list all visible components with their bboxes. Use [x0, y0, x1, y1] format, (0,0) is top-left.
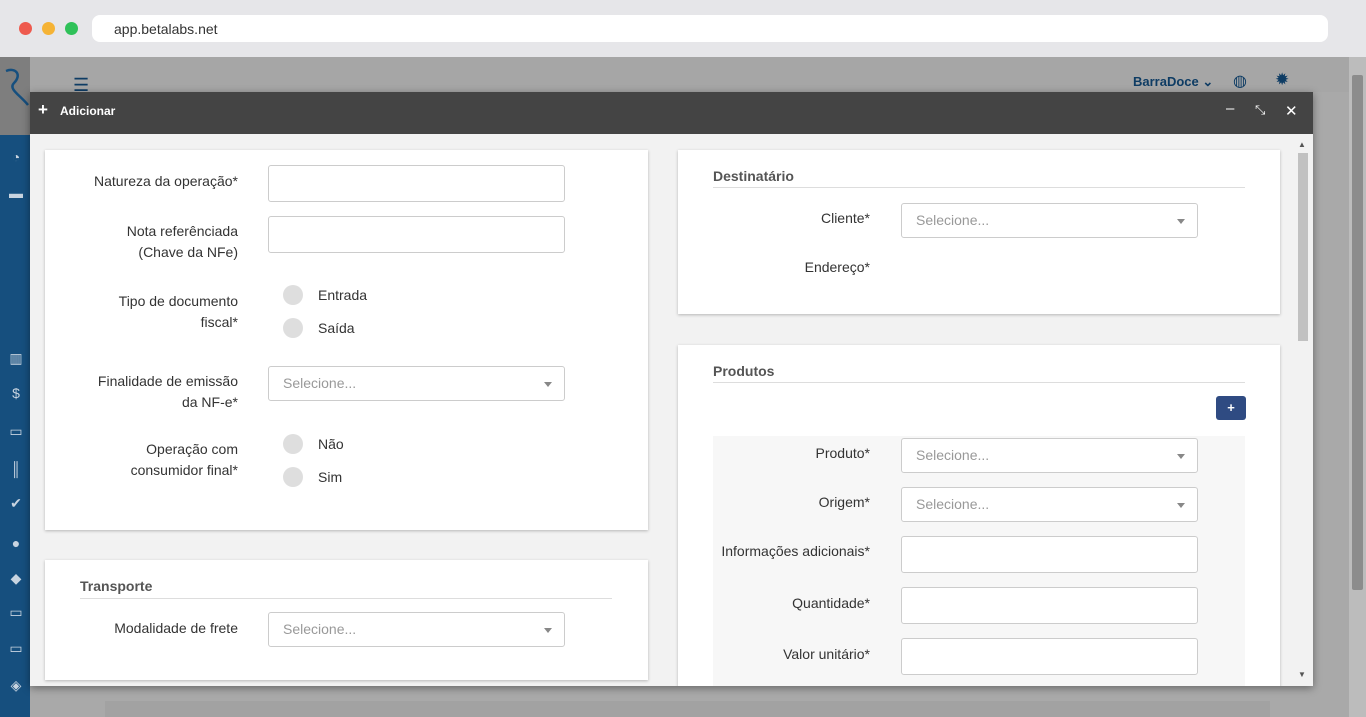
store-switcher[interactable]: BarraDoce ⌄ [1133, 74, 1213, 90]
dollar-icon[interactable]: $ [8, 385, 24, 401]
info-adicionais-label: Informações adicionais* [721, 543, 870, 559]
natureza-input[interactable] [268, 165, 565, 202]
consumidor-nao-label[interactable]: Não [318, 436, 344, 452]
tipo-entrada-label[interactable]: Entrada [318, 287, 367, 303]
nota-referenciada-input[interactable] [268, 216, 565, 253]
info-adicionais-input[interactable] [901, 536, 1198, 573]
tipo-label-line1: Tipo de documento [118, 293, 238, 309]
gear-icon[interactable]: ✹ [1275, 70, 1289, 90]
consumidor-nao-radio[interactable] [283, 434, 303, 454]
produto-label: Produto* [815, 445, 870, 461]
monitor-icon[interactable]: ▭ [8, 604, 24, 620]
natureza-label: Natureza da operação* [94, 173, 238, 189]
modal-body: Natureza da operação* Nota referênciada … [30, 134, 1313, 686]
cliente-select[interactable]: Selecione... [901, 203, 1198, 238]
tags-icon[interactable]: ◆ [8, 570, 24, 586]
produtos-card: Produtos + Produto* Selecione... Origem*… [678, 345, 1280, 686]
cart-icon[interactable]: ▬ [8, 185, 24, 201]
scroll-down-icon[interactable]: ▼ [1298, 670, 1306, 679]
dashboard-icon[interactable]: ◔ [8, 149, 24, 165]
origem-label: Origem* [818, 494, 870, 510]
finalidade-select[interactable]: Selecione... [268, 366, 565, 401]
minimize-icon[interactable]: ‒ [1226, 100, 1234, 117]
consumidor-sim-radio[interactable] [283, 467, 303, 487]
origem-placeholder: Selecione... [916, 496, 990, 512]
cliente-label: Cliente* [820, 210, 870, 226]
destinatario-card: Destinatário Cliente* Selecione... Ender… [678, 150, 1280, 314]
produtos-divider [713, 382, 1245, 383]
plus-icon: + [38, 100, 48, 119]
maximize-window-dot[interactable] [65, 22, 78, 35]
modalidade-select[interactable]: Selecione... [268, 612, 565, 647]
add-product-button[interactable]: + [1216, 396, 1246, 420]
transporte-card: Transporte Modalidade de frete Selecione… [45, 560, 648, 680]
restore-icon[interactable]: ⤡ [1255, 102, 1265, 118]
globe-icon[interactable]: ◍ [1233, 71, 1247, 91]
check-icon[interactable]: ✔ [8, 495, 24, 511]
finalidade-label-line1: Finalidade de emissão [97, 373, 238, 389]
modalidade-placeholder: Selecione... [283, 621, 357, 637]
endereco-label: Endereço* [804, 259, 870, 275]
user-icon[interactable]: ● [8, 535, 24, 551]
chevron-down-icon [1177, 503, 1185, 508]
address-bar[interactable]: app.betalabs.net [92, 15, 1328, 42]
tipo-saida-radio[interactable] [283, 318, 303, 338]
modal-header: + Adicionar ‒ ⤡ ✕ [30, 92, 1313, 134]
valor-unitario-label: Valor unitário* [783, 646, 870, 662]
consumidor-label-line2: consumidor final* [130, 462, 238, 478]
cliente-placeholder: Selecione... [916, 212, 990, 228]
logo [0, 57, 30, 135]
chevron-down-icon [544, 382, 552, 387]
destinatario-title: Destinatário [713, 168, 794, 184]
sidebar: ◔ ▬ ▥ $ ▭ ║ ✔ ● ◆ ▭ ▭ ◈ [0, 57, 30, 717]
consumidor-label-line1: Operação com [146, 441, 238, 457]
modalidade-label: Modalidade de frete [114, 620, 238, 636]
tipo-entrada-radio[interactable] [283, 285, 303, 305]
finalidade-label-line2: da NF-e* [181, 394, 238, 410]
produto-placeholder: Selecione... [916, 447, 990, 463]
destinatario-divider [713, 187, 1245, 188]
chart-icon[interactable]: ▥ [8, 350, 24, 366]
modal-title: Adicionar [60, 104, 116, 118]
chevron-down-icon [1177, 454, 1185, 459]
consumidor-sim-label[interactable]: Sim [318, 469, 342, 485]
finalidade-placeholder: Selecione... [283, 375, 357, 391]
browser-chrome: app.betalabs.net [0, 0, 1366, 57]
desktop-icon[interactable]: ▭ [8, 640, 24, 656]
quantidade-label: Quantidade* [792, 595, 870, 611]
quantidade-input[interactable] [901, 587, 1198, 624]
chevron-down-icon [1177, 219, 1185, 224]
modal-scrollbar[interactable]: ▲ ▼ [1296, 138, 1310, 684]
close-window-dot[interactable] [19, 22, 32, 35]
transporte-title: Transporte [80, 578, 153, 594]
minimize-window-dot[interactable] [42, 22, 55, 35]
nota-label-line2: (Chave da NFe) [138, 244, 238, 260]
transporte-divider [80, 598, 612, 599]
scroll-thumb[interactable] [1298, 153, 1308, 341]
close-icon[interactable]: ✕ [1285, 102, 1298, 120]
tipo-saida-label[interactable]: Saída [318, 320, 355, 336]
scroll-up-icon[interactable]: ▲ [1298, 140, 1306, 149]
chevron-down-icon [544, 628, 552, 633]
tipo-label-line2: fiscal* [200, 314, 238, 330]
produtos-title: Produtos [713, 363, 775, 379]
nota-label-line1: Nota referênciada [126, 223, 238, 239]
page-scrollbar[interactable] [1349, 57, 1366, 717]
origem-select[interactable]: Selecione... [901, 487, 1198, 522]
produto-select[interactable]: Selecione... [901, 438, 1198, 473]
card-icon[interactable]: ▭ [8, 423, 24, 439]
barcode-icon[interactable]: ║ [8, 461, 24, 477]
add-modal: + Adicionar ‒ ⤡ ✕ Natureza da operação* … [30, 92, 1313, 686]
nfe-general-card: Natureza da operação* Nota referênciada … [45, 150, 648, 530]
valor-unitario-input[interactable] [901, 638, 1198, 675]
table-row [105, 701, 1270, 717]
cube-icon[interactable]: ◈ [8, 677, 24, 693]
